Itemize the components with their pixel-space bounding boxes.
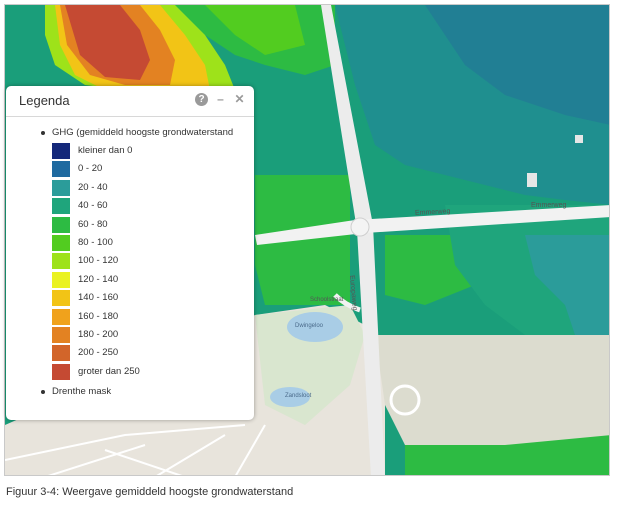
legend-swatch: [52, 179, 70, 196]
legend-swatch: [52, 198, 70, 215]
legend-item: 160 - 180: [6, 308, 254, 327]
legend-item: 60 - 80: [6, 216, 254, 235]
legend-swatch: [52, 216, 70, 233]
legend-swatch: [52, 234, 70, 251]
bullet-icon: [41, 131, 45, 135]
legend-item-label: 140 - 160: [78, 292, 119, 304]
legend-swatch: [52, 345, 70, 362]
layer-drenthe-mask-label: Drenthe mask: [52, 386, 112, 398]
legend-item-label: kleiner dan 0: [78, 145, 133, 156]
help-icon[interactable]: ?: [195, 93, 208, 106]
legend-item: 200 - 250: [6, 345, 254, 363]
legend-swatch: [52, 161, 70, 178]
close-icon[interactable]: ✕: [233, 93, 246, 106]
legend-item: 40 - 60: [6, 198, 254, 216]
legend-item: groter dan 250: [6, 363, 254, 382]
legend-item: 20 - 40: [6, 179, 254, 198]
layer-ghg-label: GHG (gemiddeld hoogste grondwaterstand: [52, 127, 234, 138]
legend-panel: Legenda ? – ✕ GHG (gemiddeld hoogste gro…: [6, 86, 254, 420]
legend-item: kleiner dan 0: [6, 143, 254, 161]
legend-item-label: 120 - 140: [78, 273, 119, 285]
minimize-icon[interactable]: –: [214, 93, 227, 106]
street-label-emmerweg-2: Emmerweg: [531, 202, 567, 209]
place-label-zandsloot: Zandsloot: [285, 393, 312, 399]
legend-swatch: [52, 290, 70, 307]
legend-item-label: 60 - 80: [78, 218, 108, 230]
layer-ghg: GHG (gemiddeld hoogste grondwaterstand: [6, 125, 254, 141]
legend-item: 120 - 140: [6, 271, 254, 290]
legend-item-label: 200 - 250: [78, 347, 119, 359]
legend-swatch: [52, 326, 70, 343]
legend-item: 180 - 200: [6, 326, 254, 345]
legend-item-label: 0 - 20: [78, 163, 103, 175]
legend-item: 100 - 120: [6, 253, 254, 271]
legend-swatch: [52, 253, 70, 270]
legend-item-label: 180 - 200: [78, 328, 119, 340]
legend-swatch: [52, 271, 70, 288]
legend-item-label: 80 - 100: [78, 236, 113, 248]
legend-item-label: 100 - 120: [78, 255, 119, 267]
legend-item: 0 - 20: [6, 161, 254, 179]
legend-body: GHG (gemiddeld hoogste grondwaterstand k…: [6, 117, 254, 400]
bullet-icon: [41, 390, 45, 395]
legend-item: 80 - 100: [6, 234, 254, 253]
legend-swatch: [52, 143, 70, 159]
legend-item: 140 - 160: [6, 290, 254, 308]
legend-header: Legenda ? – ✕: [6, 86, 254, 117]
figure-caption: Figuur 3-4: Weergave gemiddeld hoogste g…: [6, 486, 294, 498]
legend-title: Legenda: [19, 93, 70, 108]
legend-swatch: [52, 308, 70, 325]
legend-swatch: [52, 363, 70, 380]
layer-drenthe-mask: Drenthe mask: [6, 384, 254, 400]
place-label-dwingeloo: Dwingeloo: [295, 323, 324, 329]
legend-item-label: 20 - 40: [78, 181, 108, 193]
legend-items: kleiner dan 0 0 - 20 20 - 40 40 - 60 60 - 80…: [6, 143, 254, 382]
legend-tools: ? – ✕: [195, 93, 246, 106]
legend-item-label: 160 - 180: [78, 310, 119, 322]
legend-item-label: groter dan 250: [78, 365, 140, 377]
street-label-schoolstraat: Schoolstraat: [310, 297, 344, 303]
legend-item-label: 40 - 60: [78, 200, 108, 212]
